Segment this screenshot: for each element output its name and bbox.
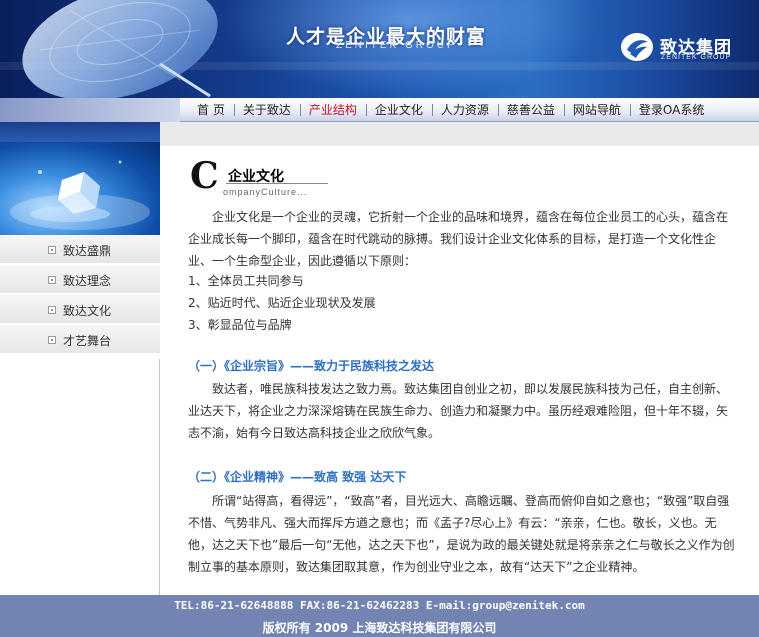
sidebar-item-concept[interactable]: 致达理念 (0, 265, 160, 295)
company-logo[interactable]: 致达集团 ZENITEK GROUP (620, 30, 750, 66)
title-initial: C (190, 155, 219, 197)
mission-paragraph: 致达者，唯民族科技发达之致力焉。致达集团自创业之初，即以发展民族科技为己任，自主… (188, 382, 729, 440)
sidebar-item-label: 致达盛鼎 (63, 244, 112, 258)
nav-list: 首 页 关于致达 产业结构 企业文化 人力资源 慈善公益 网站导航 登录OA系统 (188, 98, 713, 122)
banner-slogan-en: ZENITEK GROUP (336, 40, 457, 51)
sidebar-item-label: 致达文化 (63, 304, 112, 318)
square-bullet-icon (48, 246, 56, 254)
title-underline (226, 183, 328, 184)
sidebar-item-talent-stage[interactable]: 才艺舞台 (0, 325, 160, 355)
square-bullet-icon (48, 336, 56, 344)
spirit-paragraph: 所谓“站得高，看得远”，“致高”者，目光远大、高瞻远瞩、登高而俯仰自如之意也；“… (188, 494, 735, 574)
logo-text-en: ZENITEK GROUP (661, 54, 732, 61)
nav-item-hr[interactable]: 人力资源 (431, 98, 498, 122)
footer-copyright: 版权所有 2009 上海致达科技集团有限公司 (262, 621, 497, 635)
nav-item-charity[interactable]: 慈善公益 (497, 98, 564, 122)
section-heading-spirit: （二）《企业精神》——致高 致强 达天下 (188, 470, 407, 484)
principle-item: 2、贴近时代、贴近企业现状及发展 (188, 296, 376, 310)
main-content: C 企业文化 ompanyCulture... 企业文化是一个企业的灵魂，它折射… (160, 146, 759, 595)
section-title: C 企业文化 ompanyCulture... (190, 155, 350, 197)
nav-item-sitemap[interactable]: 网站导航 (563, 98, 630, 122)
nav-item-culture[interactable]: 企业文化 (365, 98, 432, 122)
sidebar-ice-photo (0, 142, 160, 235)
nav-item-about[interactable]: 关于致达 (233, 98, 300, 122)
square-bullet-icon (48, 276, 56, 284)
header-banner: 人才是企业最大的财富 ZENITEK GROUP 致达集团 ZENITEK GR… (0, 0, 759, 98)
zenitek-logo-icon (621, 33, 653, 61)
nav-item-home[interactable]: 首 页 (188, 98, 234, 122)
footer: TEL:86-21-62648888 FAX:86-21-62462283 E-… (0, 595, 759, 637)
content-top-bar (160, 122, 759, 146)
footer-contact: TEL:86-21-62648888 FAX:86-21-62462283 E-… (174, 599, 585, 612)
principle-item: 1、全体员工共同参与 (188, 274, 304, 288)
sidebar-item-label: 才艺舞台 (63, 334, 112, 348)
ice-cube-image (10, 160, 150, 230)
square-bullet-icon (48, 306, 56, 314)
page-title-en: ompanyCulture... (223, 187, 308, 197)
sidebar-item-culture[interactable]: 致达文化 (0, 295, 160, 325)
sidebar-item-label: 致达理念 (63, 274, 112, 288)
sidebar-blank-area (0, 359, 160, 595)
top-nav: 首 页 关于致达 产业结构 企业文化 人力资源 慈善公益 网站导航 登录OA系统 (0, 98, 759, 122)
sidebar-item-shengding[interactable]: 致达盛鼎 (0, 235, 160, 265)
satellite-dish-icon (22, 0, 218, 98)
section-heading-mission: （一）《企业宗旨》——致力于民族科技之发达 (188, 359, 435, 373)
principle-item: 3、彰显品位与品牌 (188, 318, 292, 332)
sidebar-header-bar (0, 122, 160, 142)
nav-item-oa-login[interactable]: 登录OA系统 (629, 98, 713, 122)
nav-item-industry[interactable]: 产业结构 (299, 98, 366, 122)
sidebar-menu: 致达盛鼎 致达理念 致达文化 才艺舞台 (0, 235, 160, 355)
nav-left-fill (0, 98, 180, 122)
intro-paragraph: 企业文化是一个企业的灵魂，它折射一个企业的品味和境界，蕴含在每位企业员工的心头，… (188, 210, 729, 268)
